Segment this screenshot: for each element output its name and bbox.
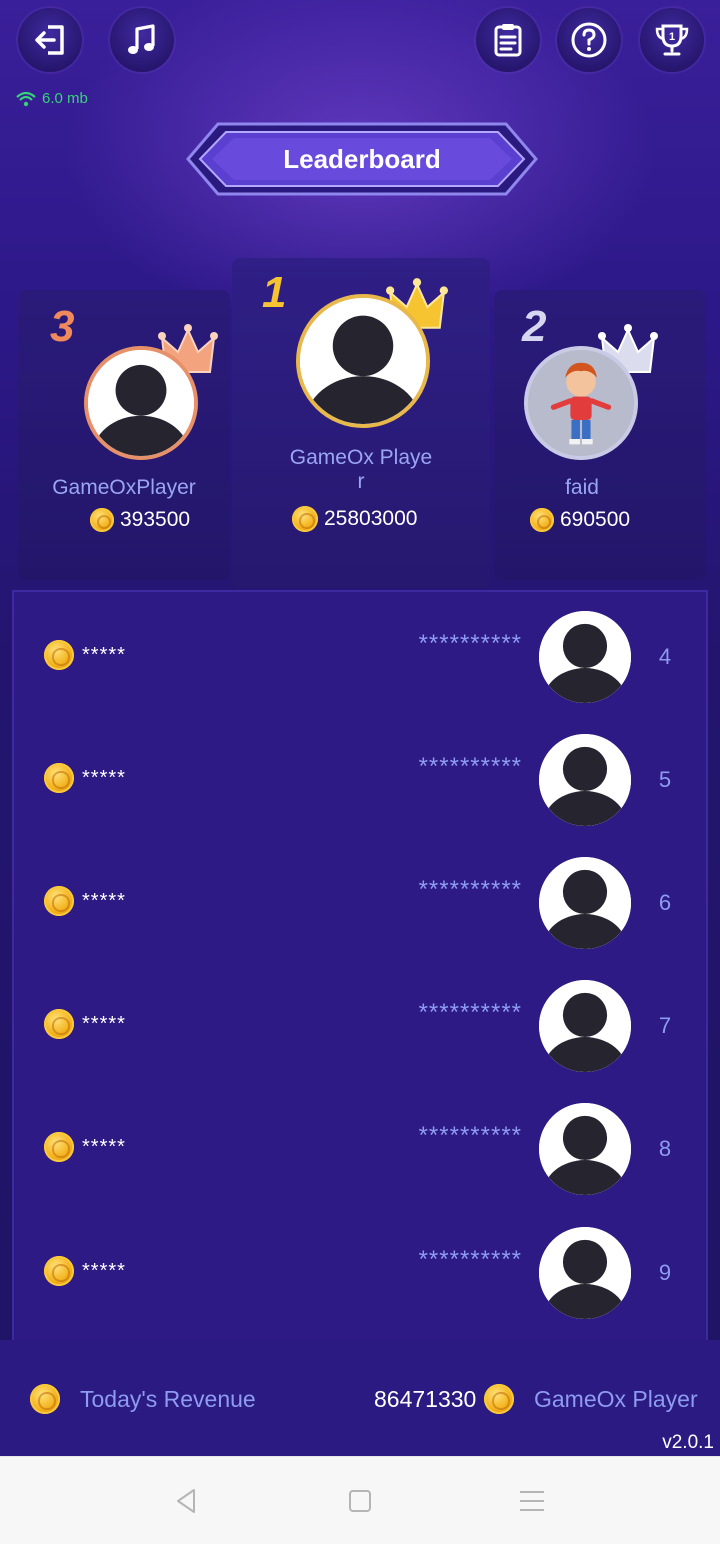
avatar [539,734,631,826]
list-item[interactable]: ***** ********** 5 [14,725,706,835]
podium-player-name: GameOxPlayer [52,476,196,499]
revenue-player-name: GameOx Player [534,1386,698,1412]
podium-player-name: faid [565,476,599,499]
list-coin-value: ***** [82,890,126,912]
podium-coins: 393500 [90,508,190,532]
list-rank: 9 [658,1260,672,1285]
avatar [524,346,638,460]
default-avatar-icon [539,1103,631,1195]
default-avatar-icon [539,611,631,703]
default-avatar-icon [539,980,631,1072]
help-icon [571,22,607,58]
avatar [84,346,198,460]
avatar [539,1103,631,1195]
default-avatar-icon [300,298,426,424]
default-avatar-icon [539,857,631,949]
list-player-name: ********** [418,1122,522,1149]
revenue-label: Today's Revenue [80,1386,256,1412]
list-player-name: ********** [418,753,522,780]
list-item[interactable]: ***** ********** 8 [14,1094,706,1204]
trophy-icon: 1 [655,24,689,56]
music-icon [128,24,155,54]
podium-coin-value: 25803000 [324,507,418,530]
coin-icon [44,1132,74,1162]
list-player-name: ********** [418,630,522,657]
list-item[interactable]: ***** ********** 4 [14,602,706,712]
page-title: Leaderboard [283,143,441,174]
list-player-name: ********** [418,999,522,1026]
revenue-value: 86471330 [374,1386,477,1412]
exit-icon [35,25,64,55]
coin-icon [44,886,74,916]
podium-player-name: GameOx Playe r [289,446,433,493]
default-avatar-icon [539,1227,631,1319]
trophy-button[interactable]: 1 [640,8,704,72]
page-title-plate: Leaderboard [186,122,538,196]
trophy-badge: 1 [669,31,675,43]
avatar [539,611,631,703]
podium-rank-number: 3 [50,302,75,351]
podium-rank-2[interactable]: 2 faid 690500 [494,290,706,580]
list-coin-value: ***** [82,644,126,666]
list-item[interactable]: ***** ********** 7 [14,971,706,1081]
coin-icon [292,506,318,532]
network-speed: 6.0 mb [42,90,88,107]
coin-icon [30,1384,60,1414]
podium-coins: 25803000 [292,506,417,532]
network-status: 6.0 mb [16,90,88,107]
list-rank: 5 [658,767,672,792]
ranking-list[interactable]: ***** ********** 4 ***** ********** 5 **… [12,590,708,1350]
menu-icon[interactable] [516,1485,548,1517]
revenue-footer: Today's Revenue 86471330 GameOx Player v… [0,1340,720,1456]
help-button[interactable] [557,8,621,72]
app-version: v2.0.1 [662,1432,714,1453]
wifi-icon [16,91,36,106]
coin-icon [484,1384,514,1414]
default-avatar-icon [539,734,631,826]
exit-button[interactable] [18,8,82,72]
cartoon-boy-avatar [528,350,634,456]
list-rank: 8 [658,1136,672,1161]
list-coin-value: ***** [82,1136,126,1158]
leaderboard-screen: 1 6.0 mb Leaderboard 3 GameOxPlayer 3935… [0,0,720,1456]
list-rank: 6 [658,890,672,915]
list-coin-value: ***** [82,1260,126,1282]
coin-icon [90,508,114,532]
list-player-name: ********** [418,876,522,903]
coin-icon [44,640,74,670]
podium-coin-value: 393500 [120,508,191,531]
list-rank: 4 [658,644,672,669]
default-avatar-icon [88,350,194,456]
podium-coin-value: 690500 [560,508,631,531]
coin-icon [44,763,74,793]
list-item[interactable]: ***** ********** 6 [14,848,706,958]
podium-rank-number: 2 [522,302,547,351]
list-coin-value: ***** [82,1013,126,1035]
coin-icon [530,508,554,532]
coin-icon [44,1256,74,1286]
notes-icon [494,24,522,57]
podium-rank-number: 1 [262,268,287,317]
list-rank: 7 [658,1013,672,1038]
podium-rank-1[interactable]: 1 GameOx Playe r 25803000 [232,258,490,588]
avatar [539,1227,631,1319]
list-item[interactable]: ***** ********** 9 [14,1218,706,1328]
list-player-name: ********** [418,1246,522,1273]
avatar [296,294,430,428]
coin-icon [44,1009,74,1039]
podium-rank-3[interactable]: 3 GameOxPlayer 393500 [18,290,230,580]
system-nav-bar [0,1456,720,1544]
home-icon[interactable] [344,1485,376,1517]
podium-coins: 690500 [530,508,630,532]
music-button[interactable] [110,8,174,72]
records-button[interactable] [476,8,540,72]
back-icon[interactable] [170,1485,202,1517]
avatar [539,980,631,1072]
avatar [539,857,631,949]
list-coin-value: ***** [82,767,126,789]
